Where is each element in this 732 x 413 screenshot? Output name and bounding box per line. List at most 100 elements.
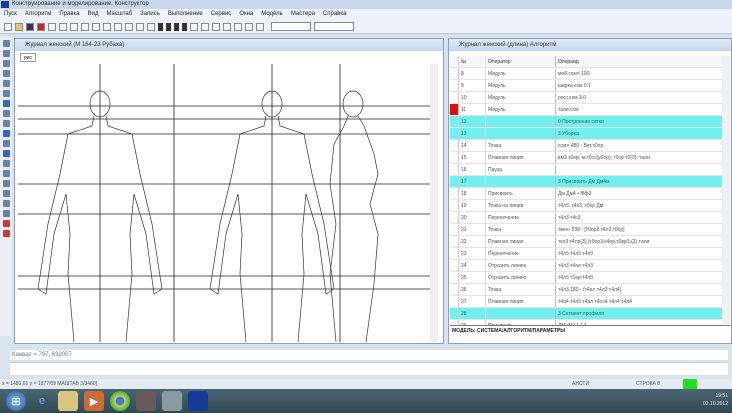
tool-icon[interactable]: [2, 190, 10, 197]
row-marker[interactable]: [450, 224, 459, 235]
row-marker[interactable]: [450, 212, 459, 223]
algorithm-vertical-scrollbar[interactable]: [722, 56, 730, 324]
column-header-number[interactable]: №: [459, 56, 486, 67]
table-row[interactable]: 23 Пересечение т4л3 т4л3 т4л3: [450, 248, 722, 260]
row-marker[interactable]: [450, 104, 459, 115]
constructor-app-icon[interactable]: [188, 391, 208, 411]
row-marker[interactable]: [450, 152, 459, 163]
tool-icon[interactable]: [2, 170, 10, 177]
table-row[interactable]: 20 Пересечение т4л3 т4с3: [450, 212, 722, 224]
table-row[interactable]: 22 Плавная линия ткл3 т4лр(3),(т0ор3,к4е…: [450, 236, 722, 248]
tool-icon[interactable]: [2, 70, 10, 77]
copy-icon[interactable]: [70, 22, 78, 31]
internet-explorer-icon[interactable]: e: [32, 391, 52, 411]
command-line[interactable]: Канвас = 797, 632007: [10, 350, 728, 360]
app-icon[interactable]: [136, 391, 156, 411]
menu-item[interactable]: Запись: [140, 9, 160, 20]
stop-icon[interactable]: [190, 22, 198, 31]
row-marker[interactable]: [450, 164, 459, 175]
table-row[interactable]: 9 Модуль ширка.ссм 0.1: [450, 80, 722, 92]
row-marker[interactable]: [450, 284, 459, 295]
step-back-icon[interactable]: [166, 22, 171, 31]
menu-item[interactable]: Выполнение: [168, 9, 203, 20]
row-marker[interactable]: [450, 92, 459, 103]
system-tray[interactable]: 19:51 02.10.2012: [703, 392, 728, 408]
menu-item[interactable]: Масштаб: [106, 9, 132, 20]
table-row[interactable]: 26 Точка т4л3 180 · (т4ал т4л3 т4л4): [450, 284, 722, 296]
table-row[interactable]: 8 Модуль мо0.ссм= 100: [450, 68, 722, 80]
play-icon[interactable]: [158, 22, 163, 31]
tool-icon[interactable]: [2, 200, 10, 207]
tool-icon[interactable]: [2, 110, 10, 117]
table-row[interactable]: 14 Точка ссм= 480 · Вет.т0ор: [450, 140, 722, 152]
tool-icon[interactable]: [2, 150, 10, 157]
menu-item[interactable]: Окна: [239, 9, 253, 20]
row-marker[interactable]: [450, 260, 459, 271]
table-row[interactable]: 13 3 Уборка: [450, 128, 722, 140]
row-marker[interactable]: [450, 80, 459, 91]
table-row[interactable]: 28 3 Сегмент профиля: [450, 308, 722, 320]
drawing-vertical-scrollbar[interactable]: [430, 64, 438, 342]
zoom-out-icon[interactable]: [114, 22, 122, 31]
menu-item[interactable]: Сервис: [211, 9, 232, 20]
row-marker[interactable]: [450, 68, 459, 79]
tool-icon[interactable]: [234, 22, 242, 31]
row-marker[interactable]: [450, 176, 459, 187]
menu-item[interactable]: Вид: [88, 9, 99, 20]
print-preview-icon[interactable]: [59, 22, 67, 31]
column-header-operator[interactable]: Оператор: [486, 56, 556, 67]
drawing-canvas[interactable]: [18, 64, 430, 342]
table-row[interactable]: 21 Точка тоен- 230 · [т0ор2,т4л3,т0ср]: [450, 224, 722, 236]
tool-icon[interactable]: [2, 80, 10, 87]
undo-icon[interactable]: [92, 22, 100, 31]
zoom-fit-icon[interactable]: [147, 22, 155, 31]
save-all-icon[interactable]: [37, 22, 45, 31]
menu-item[interactable]: Модель: [261, 9, 283, 20]
row-marker[interactable]: [450, 272, 459, 283]
media-player-icon[interactable]: ▶: [84, 391, 104, 411]
tool-icon[interactable]: [256, 22, 264, 31]
layer-combo[interactable]: [271, 22, 311, 31]
print-icon[interactable]: [48, 22, 56, 31]
step-forward-icon[interactable]: [174, 22, 179, 31]
table-row[interactable]: 10 Модуль рост.ссм 3.0: [450, 92, 722, 104]
row-marker[interactable]: [450, 200, 459, 211]
table-row[interactable]: 16 Пауза: [450, 164, 722, 176]
tool-icon[interactable]: [2, 100, 10, 107]
menu-item[interactable]: Мастера: [291, 9, 315, 20]
tool-icon[interactable]: [2, 90, 10, 97]
table-row[interactable]: 18 Присвоить Дм Дм4 • Мф3: [450, 188, 722, 200]
row-marker[interactable]: [450, 248, 459, 259]
app-icon[interactable]: [162, 391, 182, 411]
tool-icon[interactable]: [2, 130, 10, 137]
scale-combo[interactable]: [314, 22, 354, 31]
table-row[interactable]: 15 Плавная линия вм3.т0ор; м.т0сс(у0ор);…: [450, 152, 722, 164]
tool-icon[interactable]: [2, 60, 10, 67]
paste-icon[interactable]: [81, 22, 89, 31]
tool-icon[interactable]: [2, 160, 10, 167]
row-marker[interactable]: [450, 308, 459, 319]
table-row[interactable]: 11 Модуль тали.ссм: [450, 104, 722, 116]
run-to-end-icon[interactable]: [182, 22, 187, 31]
table-row[interactable]: 25 Отразить линию т4л3 т1ор т4л3: [450, 272, 722, 284]
tool-icon[interactable]: [223, 22, 231, 31]
menu-item[interactable]: Правка: [59, 9, 79, 20]
tool-icon[interactable]: [212, 22, 220, 31]
row-marker[interactable]: [450, 296, 459, 307]
zoom-all-icon[interactable]: [136, 22, 144, 31]
table-row[interactable]: 12 0 Построение сетки: [450, 116, 722, 128]
menu-item[interactable]: Пуск: [4, 9, 17, 20]
tool-icon[interactable]: [2, 120, 10, 127]
tool-icon[interactable]: [2, 210, 10, 217]
table-row[interactable]: 17 3 Присвоить Дм Дм4м: [450, 176, 722, 188]
open-folder-icon[interactable]: [15, 22, 23, 31]
zoom-window-icon[interactable]: [125, 22, 133, 31]
tool-icon[interactable]: [2, 230, 10, 237]
menu-item[interactable]: Справка: [323, 9, 347, 20]
file-explorer-icon[interactable]: [58, 391, 78, 411]
row-marker[interactable]: [450, 236, 459, 247]
start-button[interactable]: ⊞: [6, 391, 26, 411]
zoom-in-icon[interactable]: [103, 22, 111, 31]
table-row[interactable]: 27 Плавная линия т4л4 т4л3 т4ал т4ос4 т4…: [450, 296, 722, 308]
tool-icon[interactable]: [2, 180, 10, 187]
